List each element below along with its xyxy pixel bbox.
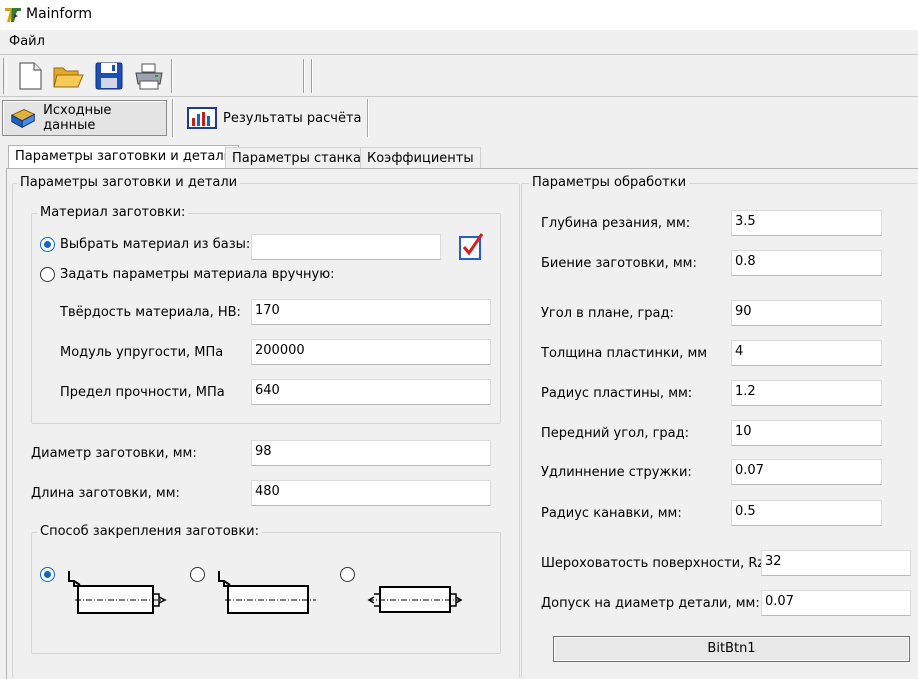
toolbar-separator <box>303 59 305 93</box>
toolbar-separator <box>171 59 173 93</box>
material-from-db-label: Выбрать материал из базы: <box>60 237 251 252</box>
print-icon <box>135 63 163 90</box>
processing-extra-input[interactable]: 0.07 <box>761 590 911 616</box>
length-field[interactable]: 480 <box>251 480 491 506</box>
processing-field-input[interactable]: 0.5 <box>731 500 882 526</box>
elastic-modulus-label: Модуль упругости, МПа <box>60 345 224 360</box>
toolbar-grip <box>3 58 7 94</box>
material-db-field[interactable] <box>251 234 441 260</box>
processing-field-label: Глубина резания, мм: <box>541 216 691 231</box>
open-button[interactable] <box>52 60 84 92</box>
material-manual-label: Задать параметры материала вручную: <box>60 267 335 282</box>
tab-coefficients-label: Коэффициенты <box>367 151 474 166</box>
toolbar-divider <box>0 96 918 97</box>
processing-field-input[interactable]: 0.8 <box>731 250 882 276</box>
processing-field-input[interactable]: 90 <box>731 300 882 326</box>
centers-clamping-icon <box>367 586 463 613</box>
book-icon <box>10 109 36 129</box>
input-data-label: Исходные данные <box>43 103 112 133</box>
elastic-modulus-field[interactable]: 200000 <box>251 339 491 365</box>
clamping-group-title: Способ закрепления заготовки: <box>37 524 263 539</box>
tab-machine[interactable]: Параметры станка <box>225 147 368 169</box>
processing-field-input[interactable]: 3.5 <box>731 210 882 236</box>
processing-field-label: Толщина пластинки, мм <box>541 346 708 361</box>
nav-separator <box>172 99 174 137</box>
hardness-field[interactable]: 170 <box>251 299 491 325</box>
clamping-option-2-radio[interactable] <box>190 567 205 582</box>
chuck-only-clamping-icon <box>218 571 316 614</box>
tab-workpiece[interactable]: Параметры заготовки и детали <box>8 145 240 169</box>
chart-icon <box>187 107 217 129</box>
nav-separator <box>367 99 369 137</box>
results-label: Результаты расчёта <box>223 110 362 126</box>
diameter-label: Диаметр заготовки, мм: <box>31 446 197 461</box>
tab-machine-label: Параметры станка <box>232 151 361 166</box>
menu-divider <box>0 54 918 55</box>
menu-bar: Файл <box>0 30 918 54</box>
app-logo-icon <box>5 8 21 22</box>
calculate-button[interactable]: BitBtn1 <box>553 636 910 662</box>
processing-field-label: Радиус пластины, мм: <box>541 386 693 401</box>
menu-file[interactable]: Файл <box>9 34 45 49</box>
processing-group-title: Параметры обработки <box>529 175 690 190</box>
hardness-label: Твёрдость материала, НВ: <box>60 305 241 320</box>
processing-field-label: Радиус канавки, мм: <box>541 506 682 521</box>
results-button[interactable]: Результаты расчёта <box>181 100 368 136</box>
processing-field-label: Передний угол, град: <box>541 426 690 441</box>
clamping-option-1-radio[interactable] <box>40 567 55 582</box>
material-manual-radio[interactable] <box>40 267 55 282</box>
processing-field-input[interactable]: 4 <box>731 340 882 366</box>
select-material-button[interactable] <box>457 231 485 261</box>
print-button[interactable] <box>133 60 165 92</box>
material-from-db-radio[interactable] <box>40 237 55 252</box>
length-label: Длина заготовки, мм: <box>31 486 180 501</box>
material-group-title: Материал заготовки: <box>37 205 189 220</box>
checklist-icon <box>459 233 484 260</box>
new-file-button[interactable] <box>14 60 46 92</box>
processing-field-label: Биение заготовки, мм: <box>541 256 697 271</box>
processing-field-input[interactable]: 0.07 <box>731 459 882 485</box>
processing-field-label: Угол в плане, град: <box>541 306 674 321</box>
processing-field-label: Удлиннение стружки: <box>541 465 692 480</box>
processing-extra-label: Шероховатость поверхности, Rz: <box>541 556 769 571</box>
processing-extra-input[interactable]: 32 <box>761 550 911 576</box>
tab-workpiece-label: Параметры заготовки и детали <box>15 149 233 164</box>
chuck-clamping-icon <box>68 571 167 614</box>
tensile-strength-label: Предел прочности, МПа <box>60 385 225 400</box>
save-disk-icon <box>95 62 123 90</box>
workpiece-group-title: Параметры заготовки и детали <box>17 175 241 190</box>
new-file-icon <box>19 62 42 90</box>
tab-coefficients[interactable]: Коэффициенты <box>360 147 481 169</box>
toolbar-separator <box>311 59 313 93</box>
title-bar: Mainform <box>0 0 918 30</box>
clamping-option-3-radio[interactable] <box>340 567 355 582</box>
processing-extra-label: Допуск на диаметр детали, мм: <box>541 596 760 611</box>
processing-field-input[interactable]: 1.2 <box>731 380 882 406</box>
window-title: Mainform <box>26 6 93 22</box>
tensile-strength-field[interactable]: 640 <box>251 379 491 405</box>
processing-field-input[interactable]: 10 <box>731 420 882 446</box>
save-button[interactable] <box>93 60 125 92</box>
input-data-button[interactable]: Исходные данные <box>2 100 167 136</box>
diameter-field[interactable]: 98 <box>251 440 491 466</box>
open-folder-icon <box>53 67 84 88</box>
